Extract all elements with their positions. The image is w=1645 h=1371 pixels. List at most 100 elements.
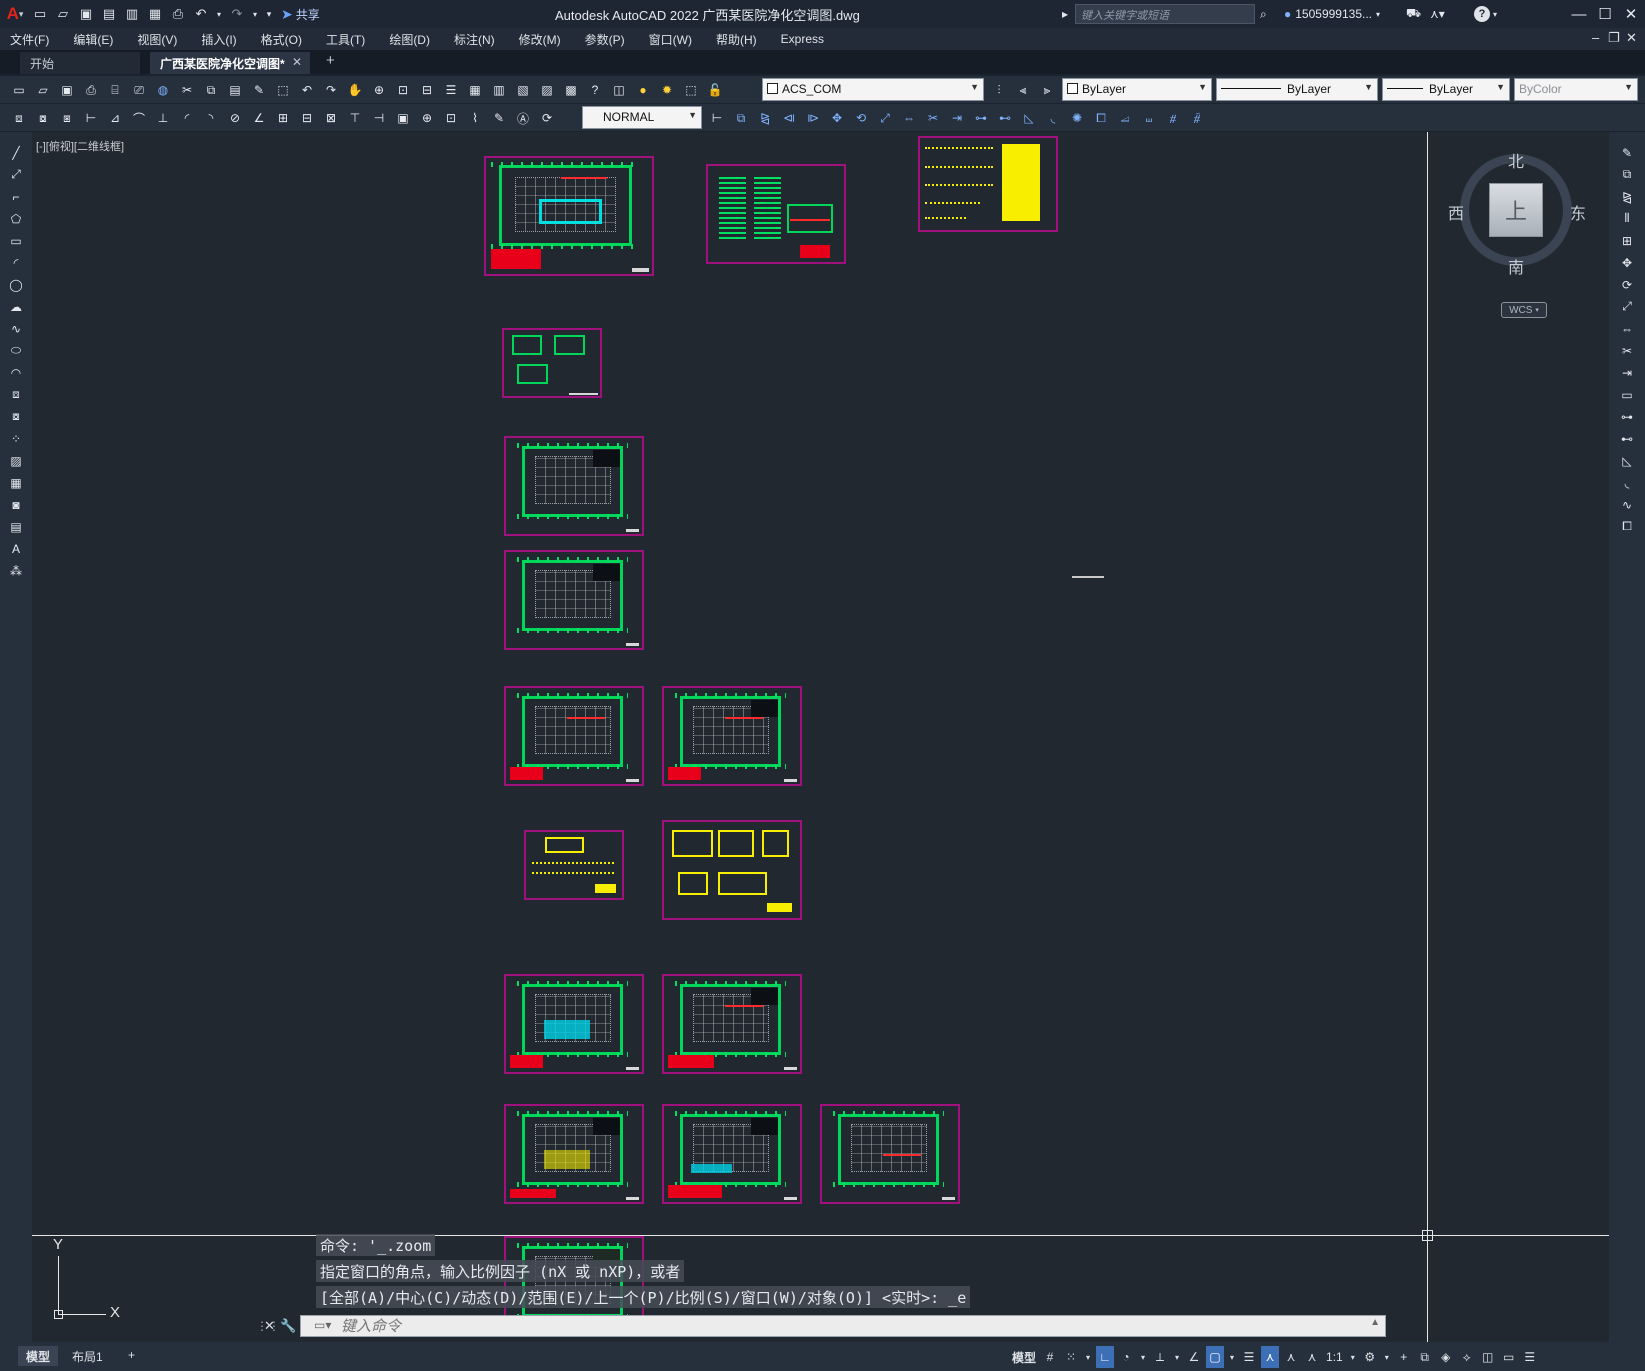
- isolate-objects-icon[interactable]: ⧉: [1416, 1346, 1434, 1368]
- sun-icon[interactable]: ✹: [656, 79, 678, 101]
- help-icon[interactable]: ?: [584, 79, 606, 101]
- lineweight-dropdown[interactable]: ByLayer ▼: [1382, 78, 1510, 101]
- continue-icon[interactable]: ⊠: [320, 107, 342, 129]
- join-icon[interactable]: ⊷: [994, 107, 1016, 129]
- doc-close-icon[interactable]: ✕: [1626, 30, 1637, 46]
- print-icon[interactable]: ⎙: [168, 4, 188, 24]
- construction-line-icon[interactable]: ⤢: [5, 164, 27, 185]
- hatch-back-icon[interactable]: ⧤: [1186, 107, 1208, 129]
- drawing-sheet[interactable]: [504, 974, 644, 1074]
- drawing-sheet[interactable]: [706, 164, 846, 264]
- close-icon[interactable]: ✕: [264, 1318, 280, 1334]
- revision-cloud-icon[interactable]: ☁: [5, 296, 27, 317]
- share-button[interactable]: ➤ 共享: [281, 6, 320, 23]
- command-input[interactable]: [300, 1315, 1386, 1337]
- paste-icon[interactable]: ▤: [224, 79, 246, 101]
- layer-properties-icon[interactable]: ◫: [608, 79, 630, 101]
- publish-icon[interactable]: ▥: [122, 4, 142, 24]
- jogged-linear-icon[interactable]: ⌇: [464, 107, 486, 129]
- menu-view[interactable]: 视图(V): [137, 31, 177, 48]
- dim-style-icon[interactable]: ⊢: [706, 107, 728, 129]
- trim-icon[interactable]: ✂: [1616, 340, 1638, 361]
- jogged-icon[interactable]: ◝: [200, 107, 222, 129]
- close-icon[interactable]: ✕: [1616, 2, 1645, 26]
- menu-express[interactable]: Express: [781, 32, 824, 46]
- menu-edit[interactable]: 编辑(E): [73, 31, 113, 48]
- attribute-icon[interactable]: ⧆: [56, 107, 78, 129]
- properties-icon[interactable]: ☰: [440, 79, 462, 101]
- compass-south[interactable]: 南: [1508, 254, 1524, 278]
- text-style-dropdown[interactable]: NORMAL ▼: [582, 106, 702, 129]
- drawing-sheet[interactable]: [662, 974, 802, 1074]
- chamfer-icon[interactable]: ◺: [1018, 107, 1040, 129]
- match-properties-icon[interactable]: ✎: [248, 79, 270, 101]
- chamfer-icon[interactable]: ◺: [1616, 450, 1638, 471]
- layer-states-icon[interactable]: ⫸: [1036, 79, 1058, 101]
- make-current-icon[interactable]: ⫶: [988, 79, 1010, 101]
- ellipse-icon[interactable]: ⬭: [5, 340, 27, 361]
- command-prompt-icon[interactable]: ▭▾: [314, 1318, 331, 1332]
- layer-dropdown[interactable]: ACS_COM ▼: [762, 78, 984, 101]
- fillet-icon[interactable]: ◟: [1616, 472, 1638, 493]
- menu-window[interactable]: 窗口(W): [649, 31, 692, 48]
- extend-icon[interactable]: ⇥: [1616, 362, 1638, 383]
- annotation-visibility-icon[interactable]: ⋏: [1261, 1346, 1280, 1368]
- undo-icon[interactable]: ↶: [191, 4, 211, 24]
- arc-length-icon[interactable]: ⌒: [128, 107, 150, 129]
- save-icon[interactable]: ▣: [56, 79, 78, 101]
- menu-help[interactable]: 帮助(H): [716, 31, 757, 48]
- redo-dropdown-icon[interactable]: ▾: [250, 4, 260, 24]
- viewcube[interactable]: 上 北 南 西 东: [1448, 148, 1586, 277]
- search-input[interactable]: 键入关键字或短语: [1075, 4, 1255, 24]
- undo-dropdown-icon[interactable]: ▾: [214, 4, 224, 24]
- angular-icon[interactable]: ∠: [248, 107, 270, 129]
- markup-icon[interactable]: ▨: [536, 79, 558, 101]
- chevron-down-icon[interactable]: ▾: [1382, 1346, 1392, 1368]
- center-mark-icon[interactable]: ⊕: [416, 107, 438, 129]
- pan-icon[interactable]: ✋: [344, 79, 366, 101]
- drawing-sheet[interactable]: [662, 686, 802, 786]
- lock-icon[interactable]: 🔓: [704, 79, 726, 101]
- calculator-icon[interactable]: ▩: [560, 79, 582, 101]
- publish-icon[interactable]: ⎚: [128, 79, 150, 101]
- globe-icon[interactable]: ◍: [152, 79, 174, 101]
- redo-icon[interactable]: ↷: [227, 4, 247, 24]
- line-icon[interactable]: ╱: [5, 142, 27, 163]
- menu-modify[interactable]: 修改(M): [519, 31, 561, 48]
- new-tab-button[interactable]: +: [326, 52, 335, 69]
- point-icon[interactable]: ⁘: [5, 428, 27, 449]
- add-layout-button[interactable]: +: [120, 1346, 143, 1366]
- make-block-icon[interactable]: ⧇: [32, 107, 54, 129]
- polygon-icon[interactable]: ⬠: [5, 208, 27, 229]
- insert-block-icon[interactable]: ⧈: [5, 384, 27, 405]
- customize-qat-icon[interactable]: ▾: [263, 4, 275, 24]
- menu-format[interactable]: 格式(O): [261, 31, 302, 48]
- chevron-down-icon[interactable]: ▾: [1138, 1346, 1148, 1368]
- fullscreen-icon[interactable]: ▭: [1500, 1346, 1518, 1368]
- menu-draw[interactable]: 绘图(D): [389, 31, 430, 48]
- hardware-acceleration-icon[interactable]: ◈: [1437, 1346, 1455, 1368]
- copy-object-icon[interactable]: ⧉: [730, 107, 752, 129]
- dimension-text-edit-icon[interactable]: Ⓐ: [512, 107, 534, 129]
- menu-tools[interactable]: 工具(T): [326, 31, 365, 48]
- open-icon[interactable]: ▱: [32, 79, 54, 101]
- drawing-sheet[interactable]: [484, 156, 654, 276]
- wcs-menu[interactable]: WCS ▾: [1501, 302, 1547, 318]
- doc-minimize-icon[interactable]: –: [1592, 30, 1599, 45]
- tolerance-icon[interactable]: ▣: [392, 107, 414, 129]
- autocad-logo-icon[interactable]: A ▾: [0, 0, 30, 28]
- compass-north[interactable]: 北: [1508, 148, 1524, 172]
- hatch-icon[interactable]: ▨: [5, 450, 27, 471]
- wrench-icon[interactable]: 🔧: [280, 1318, 300, 1334]
- inspection-icon[interactable]: ⊡: [440, 107, 462, 129]
- break-at-point-icon[interactable]: ▭: [1616, 384, 1638, 405]
- grid-icon[interactable]: #: [1041, 1346, 1059, 1368]
- tab-layout1[interactable]: 布局1: [64, 1346, 111, 1366]
- rotate-icon[interactable]: ⟳: [1616, 274, 1638, 295]
- object-snap-icon[interactable]: ▢: [1206, 1346, 1225, 1368]
- performance-icon[interactable]: ⟡: [1458, 1346, 1476, 1368]
- model-space-button[interactable]: 模型: [1010, 1346, 1038, 1368]
- text-front-icon[interactable]: ⧣: [1162, 107, 1184, 129]
- copy-icon[interactable]: ⧉: [1616, 164, 1638, 185]
- table-icon[interactable]: ▤: [5, 516, 27, 537]
